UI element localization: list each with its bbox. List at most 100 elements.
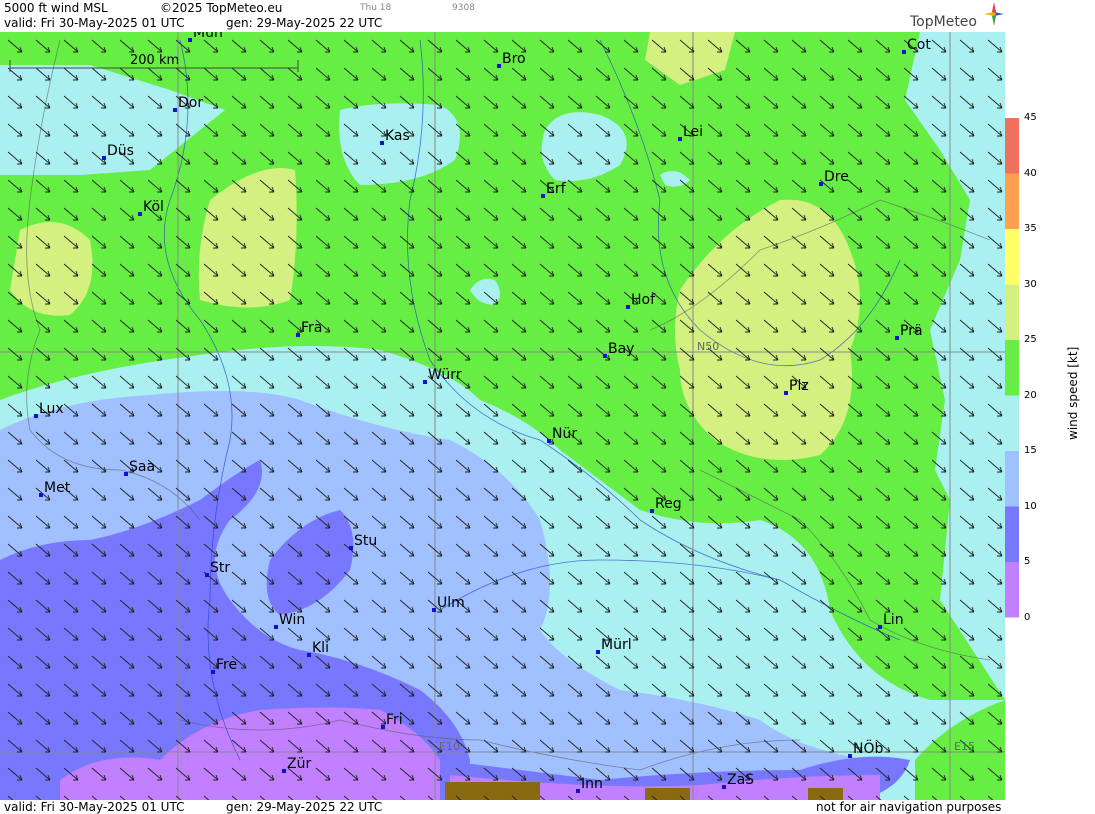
city-marker: [423, 380, 427, 384]
grid-label-e15: E15: [954, 740, 975, 753]
city-label: Fre: [216, 657, 237, 673]
city-marker: [541, 194, 545, 198]
city-marker: [296, 333, 300, 337]
city-marker: [211, 670, 215, 674]
city-label: Bay: [608, 341, 634, 357]
city-marker: [124, 472, 128, 476]
colorbar-segment: [1005, 340, 1019, 396]
city-marker: [205, 573, 209, 577]
city-label: Köl: [143, 199, 164, 215]
chart-title: 5000 ft wind MSL: [4, 1, 108, 15]
city-label: Dor: [178, 95, 203, 111]
colorbar-tick: 35: [1024, 223, 1037, 234]
colorbar-segment: [1005, 229, 1019, 285]
city-label: ZaS: [727, 772, 754, 788]
city-label: Würr: [428, 367, 462, 383]
colorbar-tick: 45: [1024, 112, 1037, 123]
city-marker: [626, 305, 630, 309]
city-marker: [497, 64, 501, 68]
city-marker: [603, 354, 607, 358]
city-marker: [349, 546, 353, 550]
city-label: Dre: [824, 169, 849, 185]
footer-bar: valid: Fri 30-May-2025 01 UTC gen: 29-Ma…: [0, 800, 1005, 814]
small-label-a: Thu 18: [360, 3, 392, 13]
city-label: NÖb: [853, 739, 883, 757]
city-label: Fri: [386, 712, 403, 728]
wind-map[interactable]: Mün Bro Cot Dor Kas Lei Düs Erf Dre Köl Hof Fra Bay P…: [0, 32, 1005, 800]
city-marker: [650, 509, 654, 513]
city-marker: [596, 650, 600, 654]
grid-label-n50: N50: [697, 340, 719, 353]
colorbar-tick: 5: [1024, 556, 1031, 567]
city-marker: [895, 336, 899, 340]
city-marker: [902, 50, 906, 54]
city-label: Nür: [552, 426, 577, 442]
colorbar-tick: 0: [1024, 611, 1031, 623]
city-marker: [678, 137, 682, 141]
city-label: Lux: [39, 401, 64, 417]
city-marker: [282, 769, 286, 773]
grid-label-e10: E10: [439, 740, 460, 753]
scale-label: 200 km: [130, 53, 179, 68]
city-marker: [432, 608, 436, 612]
city-label: Bro: [502, 51, 526, 67]
city-marker: [722, 785, 726, 789]
city-label: Reg: [655, 496, 682, 512]
city-label: Prä: [900, 323, 923, 339]
city-marker: [188, 38, 192, 42]
city-marker: [173, 108, 177, 112]
city-marker: [34, 414, 38, 418]
city-marker: [39, 493, 43, 497]
city-label: Inn: [581, 776, 603, 792]
city-marker: [380, 141, 384, 145]
copyright: ©2025 TopMeteo.eu: [160, 1, 283, 15]
city-label: Win: [279, 612, 305, 628]
city-marker: [307, 653, 311, 657]
city-label: Plz: [789, 378, 809, 394]
colorbar-tick: 30: [1024, 278, 1037, 290]
city-label: Erf: [546, 181, 567, 197]
city-marker: [381, 725, 385, 729]
city-label: Mürl: [601, 637, 632, 653]
footer-valid-time: valid: Fri 30-May-2025 01 UTC: [4, 800, 185, 814]
colorbar-segment: [1005, 562, 1019, 618]
colorbar-segment: [1005, 395, 1019, 451]
colorbar-segment: [1005, 506, 1019, 562]
city-marker: [547, 439, 551, 443]
header-bar: 5000 ft wind MSL ©2025 TopMeteo.eu Thu 1…: [0, 0, 1005, 32]
city-label: Hof: [631, 292, 656, 308]
footer-generation-time: gen: 29-May-2025 22 UTC: [226, 800, 383, 814]
small-label-b: 9308: [452, 3, 475, 13]
colorbar-tick: 25: [1024, 334, 1037, 345]
city-label: Saa: [129, 459, 155, 475]
colorbar-tick: 15: [1024, 445, 1037, 456]
city-marker: [784, 391, 788, 395]
city-marker: [138, 212, 142, 216]
city-label: Zür: [287, 756, 311, 772]
city-marker: [576, 789, 580, 793]
compass-icon: [984, 2, 1004, 26]
colorbar-tick: 40: [1024, 167, 1037, 179]
colorbar-segment: [1005, 451, 1019, 507]
colorbar: [1005, 118, 1019, 618]
city-label: Lin: [883, 612, 904, 628]
topmeteo-logo: TopMeteo: [910, 2, 1004, 30]
colorbar-tick: 10: [1024, 500, 1037, 512]
city-label: Str: [210, 560, 230, 576]
city-marker: [274, 625, 278, 629]
city-label: Kli: [312, 640, 329, 656]
city-marker: [878, 625, 882, 629]
city-marker: [848, 754, 852, 758]
disclaimer: not for air navigation purposes: [816, 800, 1002, 814]
colorbar-segment: [1005, 118, 1019, 174]
logo-text: TopMeteo: [910, 14, 977, 30]
colorbar-segment: [1005, 284, 1019, 340]
city-label: Met: [44, 480, 71, 496]
city-marker: [819, 182, 823, 186]
colorbar-tick: 20: [1024, 389, 1037, 401]
city-label: Düs: [107, 143, 134, 159]
city-label: Fra: [301, 320, 322, 336]
city-label: Stu: [354, 533, 377, 549]
colorbar-segment: [1005, 173, 1019, 229]
city-label: Ulm: [437, 595, 465, 611]
